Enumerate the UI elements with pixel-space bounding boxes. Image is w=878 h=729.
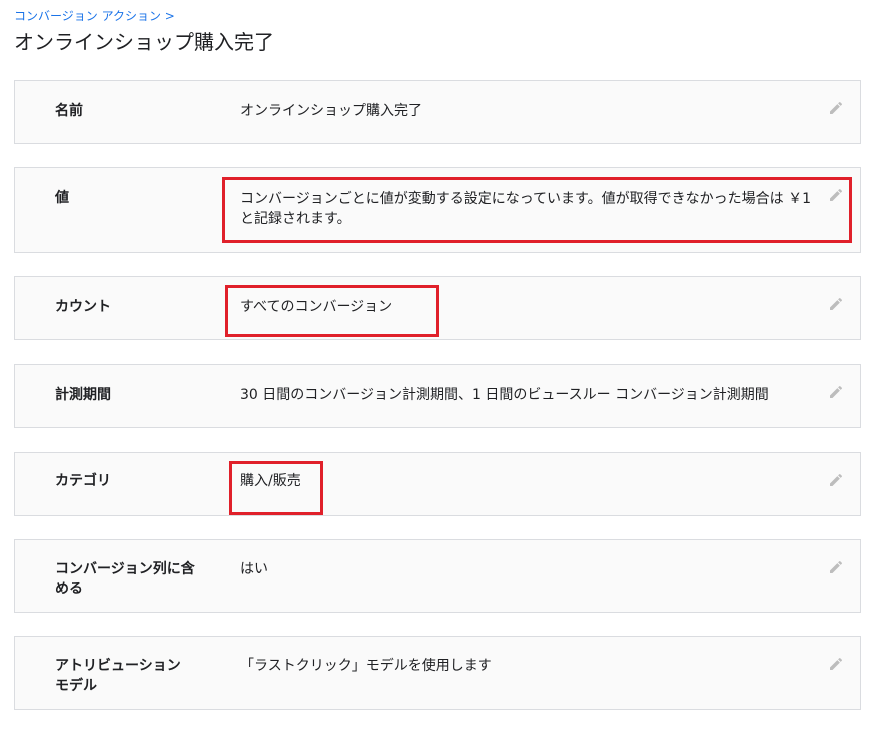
pencil-icon[interactable] [828,472,844,488]
setting-value: 「ラストクリック」モデルを使用します [240,658,492,674]
conversion-action-detail-page: コンバージョン アクション > オンラインショップ購入完了 名前 オンラインショ… [0,0,878,729]
pencil-icon[interactable] [828,296,844,312]
setting-row-attribution-model[interactable]: アトリビューション モデル 「ラストクリック」モデルを使用します [14,636,861,710]
setting-value: はい [240,561,268,577]
pencil-icon[interactable] [828,100,844,116]
setting-row-count[interactable]: カウント すべてのコンバージョン [14,276,861,340]
setting-row-conversion-window[interactable]: 計測期間 30 日間のコンバージョン計測期間、1 日間のビュースルー コンバージ… [14,364,861,428]
pencil-icon[interactable] [828,559,844,575]
page-title: オンラインショップ購入完了 [14,30,274,54]
setting-value: 30 日間のコンバージョン計測期間、1 日間のビュースルー コンバージョン計測期… [240,387,769,403]
setting-label: 値 [55,190,69,206]
pencil-icon[interactable] [828,384,844,400]
setting-label: 名前 [55,103,83,119]
pencil-icon[interactable] [828,187,844,203]
setting-row-include-in-conversions[interactable]: コンバージョン列に含める はい [14,539,861,613]
setting-label: コンバージョン列に含める [55,561,195,597]
pencil-icon[interactable] [828,656,844,672]
setting-value: コンバージョンごとに値が変動する設定になっています。値が取得できなかった場合は … [240,191,811,227]
setting-label: 計測期間 [55,387,111,403]
setting-row-category[interactable]: カテゴリ 購入/販売 [14,452,861,516]
setting-value: オンラインショップ購入完了 [240,103,422,119]
breadcrumb[interactable]: コンバージョン アクション > [14,8,175,24]
setting-row-value[interactable]: 値 コンバージョンごとに値が変動する設定になっています。値が取得できなかった場合… [14,167,861,253]
setting-value: すべてのコンバージョン [240,299,393,315]
setting-label: カテゴリ [55,473,111,489]
setting-label: アトリビューション モデル [55,658,181,694]
setting-row-name[interactable]: 名前 オンラインショップ購入完了 [14,80,861,144]
setting-value: 購入/販売 [240,473,301,489]
setting-label: カウント [55,299,111,315]
